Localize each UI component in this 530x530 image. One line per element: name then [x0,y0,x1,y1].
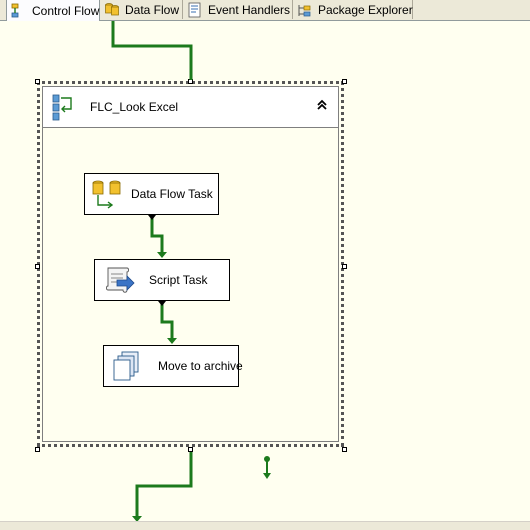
tab-label: Control Flow [32,3,100,18]
container-header[interactable]: FLC_Look Excel [43,87,338,128]
resize-handle[interactable] [342,264,347,269]
tab-package-explorer[interactable]: Package Explorer [293,0,413,19]
tab-event-handlers[interactable]: Event Handlers [183,0,293,19]
tab-label: Event Handlers [208,2,291,17]
tab-control-flow[interactable]: Control Flow [6,0,100,21]
control-flow-icon [11,3,27,19]
tab-data-flow[interactable]: Data Flow [100,0,183,19]
foreach-loop-container-icon [51,93,75,121]
event-handlers-icon [187,2,203,18]
resize-handle[interactable] [35,264,40,269]
resize-handle[interactable] [188,447,193,452]
designer-tab-strip: Control Flow Data Flow Event Handlers Pa… [0,0,530,21]
script-task[interactable]: Script Task [94,259,230,301]
container-title: FLC_Look Excel [90,100,179,114]
tab-label: Package Explorer [318,2,413,17]
task-label: Script Task [149,273,208,287]
data-flow-task[interactable]: Data Flow Task [84,173,219,215]
data-flow-task-icon [91,178,123,210]
collapse-chevron-up-icon[interactable] [314,98,330,114]
script-task-icon [103,264,135,296]
package-explorer-icon [297,2,313,18]
resize-handle[interactable] [188,79,193,84]
data-flow-icon [104,2,120,18]
resize-handle[interactable] [342,79,347,84]
task-label: Move to archive [158,359,243,373]
resize-handle[interactable] [35,79,40,84]
resize-handle[interactable] [35,447,40,452]
task-label: Data Flow Task [131,187,213,201]
tab-label: Data Flow [125,2,180,17]
file-system-task-icon [112,350,144,382]
move-to-archive-task[interactable]: Move to archive [103,345,243,387]
resize-handle[interactable] [342,447,347,452]
